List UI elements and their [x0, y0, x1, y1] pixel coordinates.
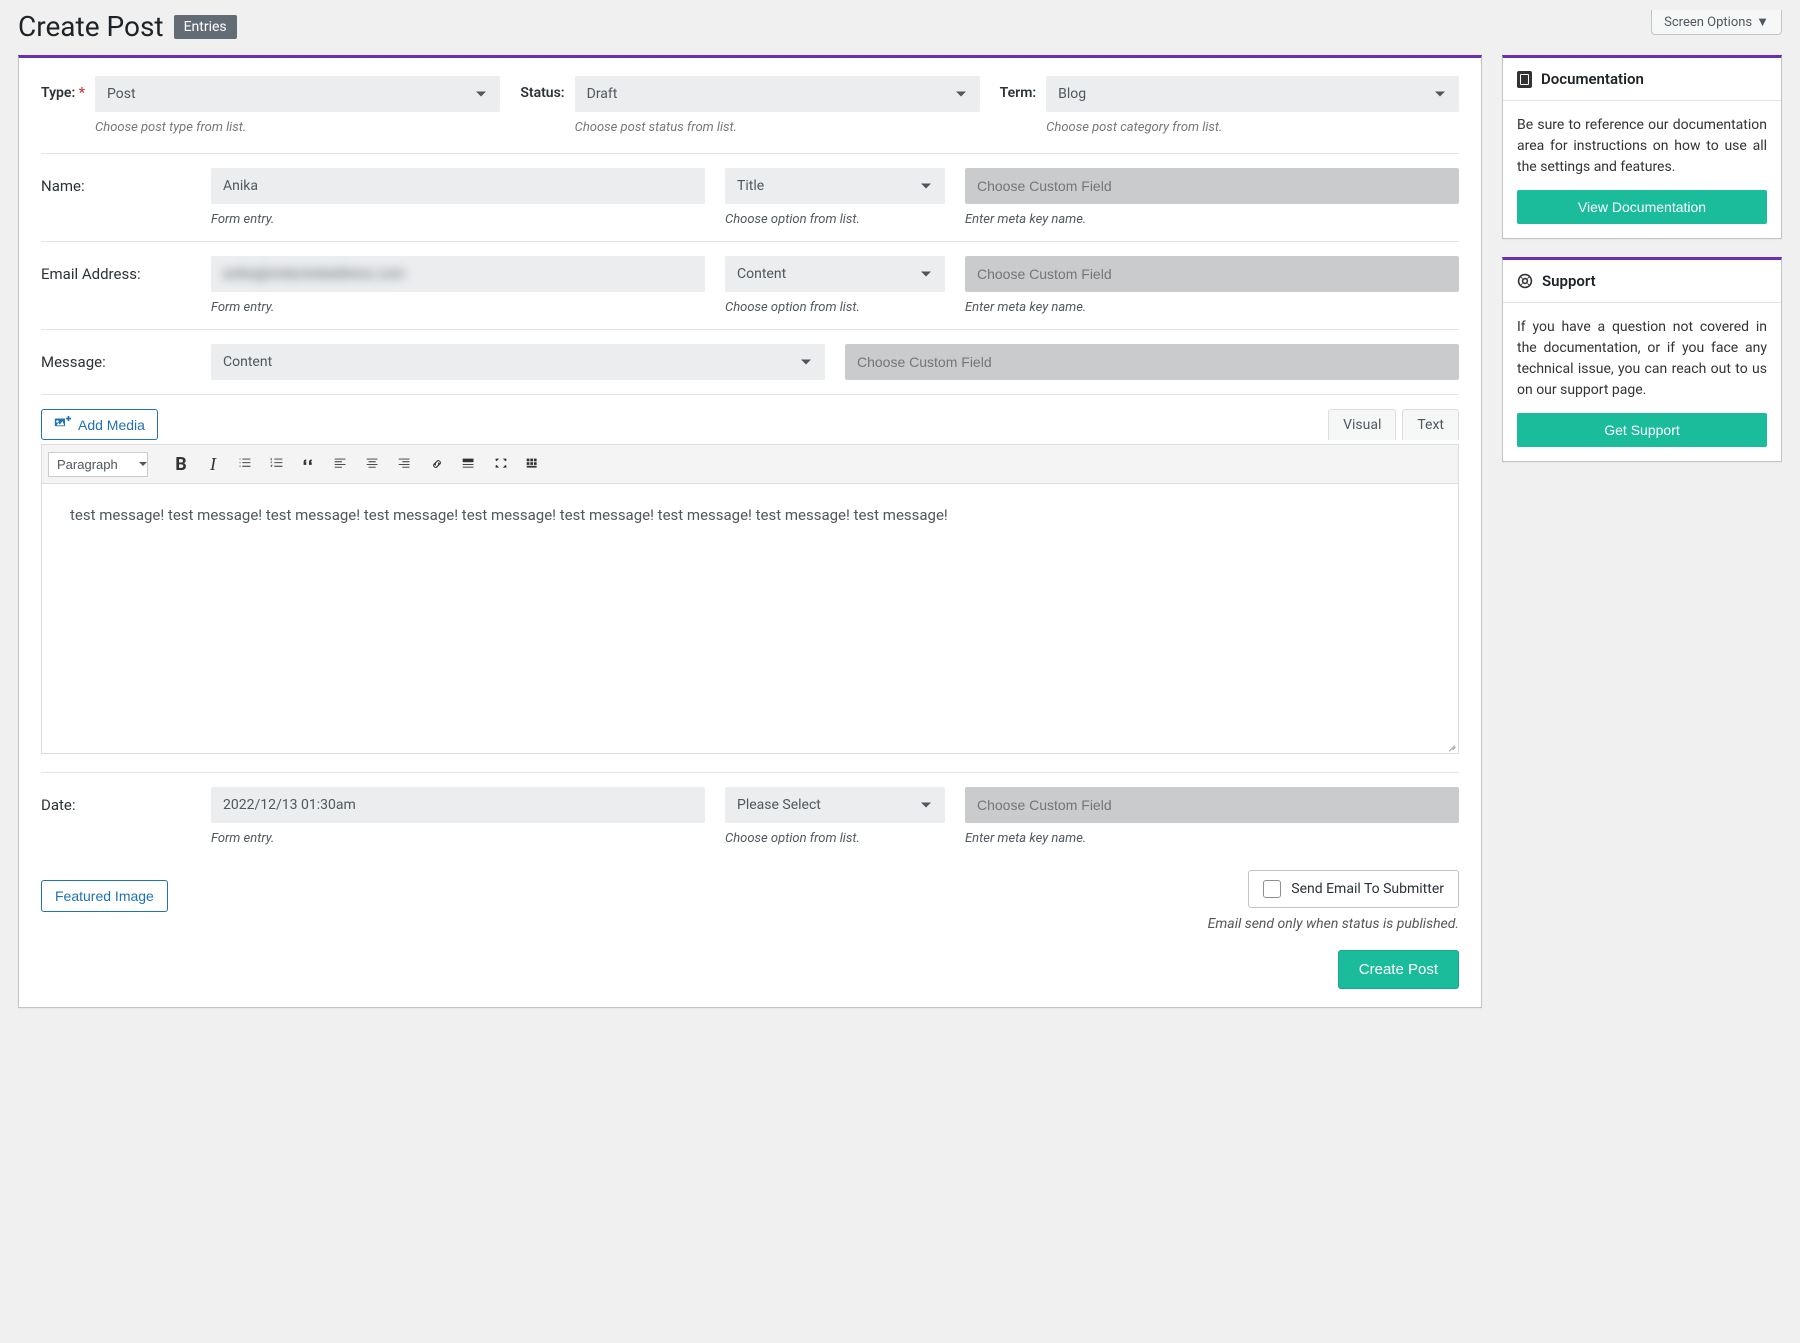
date-input[interactable]	[211, 787, 705, 823]
book-icon	[1517, 71, 1532, 88]
term-label: Term:	[1000, 76, 1037, 101]
chevron-down-icon: ▼	[1756, 14, 1769, 30]
email-hint: Form entry.	[211, 300, 705, 315]
status-select[interactable]: Draft	[575, 76, 980, 112]
bullet-list-button[interactable]	[230, 449, 260, 479]
read-more-button[interactable]	[454, 449, 484, 479]
name-map-hint: Choose option from list.	[725, 212, 945, 227]
fullscreen-button[interactable]	[486, 449, 516, 479]
format-select[interactable]: Paragraph	[48, 452, 148, 477]
support-title: Support	[1542, 272, 1596, 290]
email-map-hint: Choose option from list.	[725, 300, 945, 315]
create-post-button[interactable]: Create Post	[1338, 950, 1459, 989]
send-email-hint: Email send only when status is published…	[1208, 916, 1459, 932]
term-hint: Choose post category from list.	[1046, 120, 1459, 135]
type-hint: Choose post type from list.	[95, 120, 500, 135]
send-email-checkbox[interactable]	[1263, 880, 1281, 898]
status-label: Status:	[520, 76, 564, 101]
documentation-text: Be sure to reference our documentation a…	[1517, 115, 1767, 178]
view-documentation-button[interactable]: View Documentation	[1517, 190, 1767, 224]
email-label: Email Address:	[41, 256, 191, 283]
date-map-select[interactable]: Please Select	[725, 787, 945, 823]
type-select[interactable]: Post	[95, 76, 500, 112]
name-custom-field	[965, 168, 1459, 204]
support-panel: Support If you have a question not cover…	[1502, 257, 1782, 462]
page-title: Create Post	[18, 10, 164, 43]
status-hint: Choose post status from list.	[575, 120, 980, 135]
featured-image-button[interactable]: Featured Image	[41, 880, 168, 912]
media-icon	[54, 416, 71, 433]
editor-textarea[interactable]: test message! test message! test message…	[41, 484, 1459, 754]
email-custom-hint: Enter meta key name.	[965, 300, 1459, 315]
message-custom-field	[845, 344, 1459, 380]
screen-options-label: Screen Options	[1664, 15, 1752, 30]
add-media-label: Add Media	[78, 417, 145, 433]
date-custom-hint: Enter meta key name.	[965, 831, 1459, 846]
main-panel: Type: * Post Choose post type from list.…	[18, 55, 1482, 1008]
get-support-button[interactable]: Get Support	[1517, 413, 1767, 447]
align-right-button[interactable]	[390, 449, 420, 479]
align-left-button[interactable]	[326, 449, 356, 479]
date-map-hint: Choose option from list.	[725, 831, 945, 846]
date-custom-field	[965, 787, 1459, 823]
send-email-checkbox-wrap[interactable]: Send Email To Submitter	[1248, 870, 1459, 908]
screen-options-toggle[interactable]: Screen Options ▼	[1651, 10, 1782, 35]
name-input[interactable]	[211, 168, 705, 204]
email-map-select[interactable]: Content	[725, 256, 945, 292]
email-input[interactable]: anika@redactedaddress.com	[211, 256, 705, 292]
name-custom-hint: Enter meta key name.	[965, 212, 1459, 227]
link-button[interactable]	[422, 449, 452, 479]
type-label: Type: *	[41, 76, 85, 101]
name-hint: Form entry.	[211, 212, 705, 227]
documentation-title: Documentation	[1541, 70, 1644, 88]
life-ring-icon	[1517, 273, 1533, 289]
term-select[interactable]: Blog	[1046, 76, 1459, 112]
align-center-button[interactable]	[358, 449, 388, 479]
name-label: Name:	[41, 168, 191, 195]
numbered-list-button[interactable]	[262, 449, 292, 479]
visual-tab[interactable]: Visual	[1328, 409, 1396, 440]
email-custom-field	[965, 256, 1459, 292]
send-email-label: Send Email To Submitter	[1291, 881, 1444, 897]
italic-button[interactable]: I	[198, 449, 228, 479]
message-label: Message:	[41, 344, 191, 371]
documentation-panel: Documentation Be sure to reference our d…	[1502, 55, 1782, 239]
blockquote-button[interactable]	[294, 449, 324, 479]
name-map-select[interactable]: Title	[725, 168, 945, 204]
bold-button[interactable]: B	[166, 449, 196, 479]
entries-badge[interactable]: Entries	[174, 15, 237, 39]
date-label: Date:	[41, 787, 191, 814]
support-text: If you have a question not covered in th…	[1517, 317, 1767, 401]
message-map-select[interactable]: Content	[211, 344, 825, 380]
add-media-button[interactable]: Add Media	[41, 409, 158, 440]
resize-handle[interactable]	[1446, 741, 1456, 751]
editor-content: test message! test message! test message…	[70, 506, 948, 524]
text-tab[interactable]: Text	[1402, 409, 1459, 440]
toolbar-toggle-button[interactable]	[518, 449, 548, 479]
date-hint: Form entry.	[211, 831, 705, 846]
